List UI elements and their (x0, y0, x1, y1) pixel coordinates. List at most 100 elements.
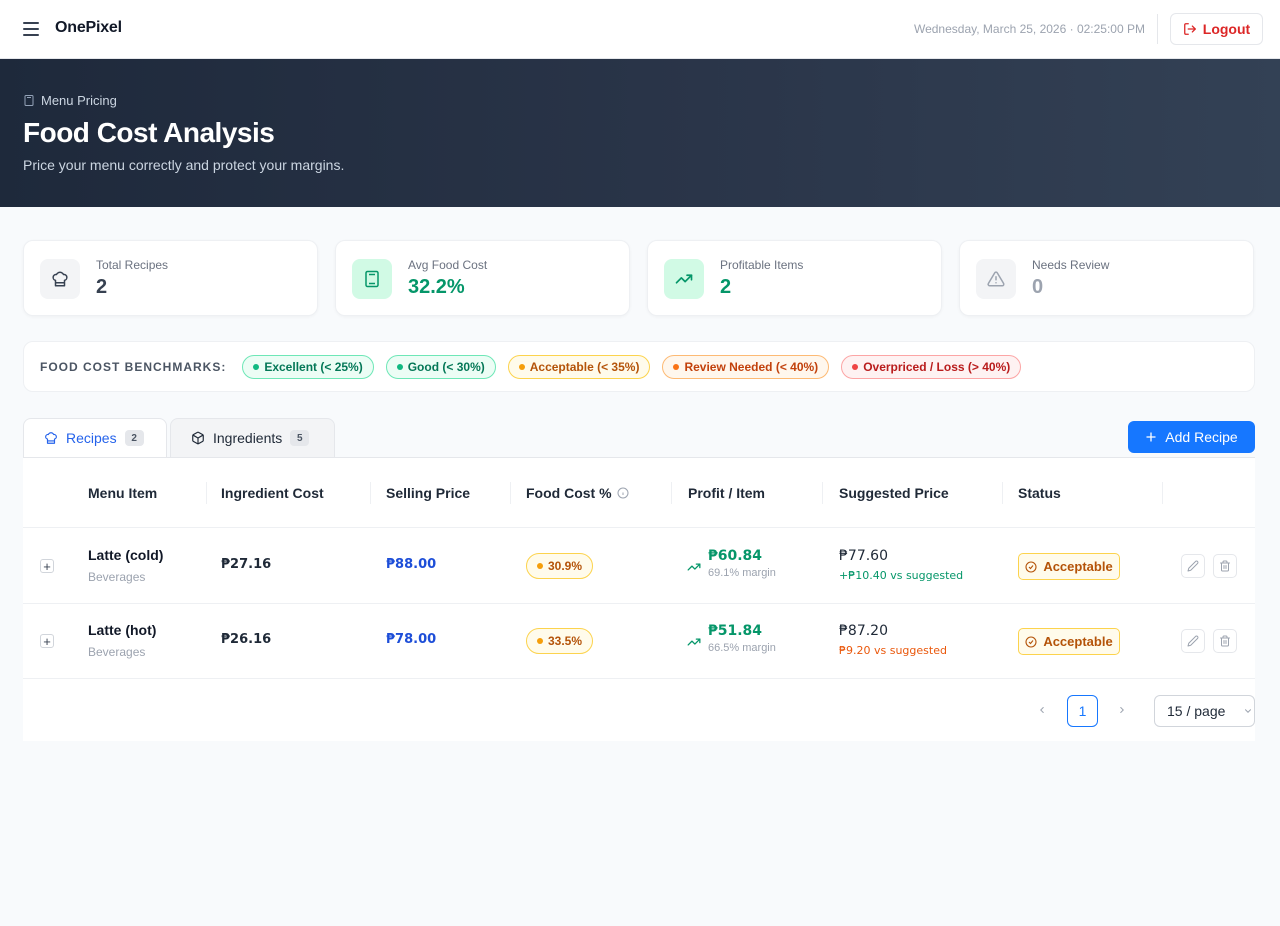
status-dot (537, 638, 543, 644)
stat-label: Avg Food Cost (408, 258, 488, 272)
trending-up-icon (687, 638, 701, 646)
column-divider (1162, 482, 1163, 504)
stat-label: Total Recipes (96, 258, 169, 272)
benchmark-label: Excellent (< 25%) (264, 359, 363, 374)
status-badge: Acceptable (1018, 628, 1120, 655)
logout-icon (1183, 23, 1196, 35)
column-divider (370, 482, 371, 504)
page-header: Menu Pricing Food Cost Analysis Price yo… (0, 59, 1280, 207)
pencil-icon (1187, 635, 1199, 647)
clock-icon (1025, 560, 1037, 573)
add-recipe-button[interactable]: Add Recipe (1128, 421, 1255, 453)
breadcrumb: Menu Pricing (23, 93, 117, 108)
prev-page-button[interactable] (1032, 694, 1052, 726)
current-datetime: Wednesday, March 25, 2026 · 02:25:00 PM (913, 22, 1145, 36)
chef-hat-icon (45, 432, 57, 444)
trash-icon (1220, 635, 1230, 647)
trending-up-icon (664, 259, 704, 299)
stat-label: Needs Review (1032, 258, 1110, 272)
chef-hat-icon (40, 259, 80, 299)
tab-label: Recipes (66, 430, 117, 446)
expand-row-button[interactable]: + (40, 634, 54, 648)
edit-button[interactable] (1181, 629, 1205, 653)
next-page-button[interactable] (1112, 694, 1132, 726)
table-row: + Latte (cold) Beverages ₱27.16 ₱88.00 3… (23, 529, 1255, 604)
benchmark-label: Overpriced / Loss (> 40%) (863, 359, 1011, 374)
stat-value: 32.2% (408, 276, 465, 298)
food-cost-benchmarks: FOOD COST BENCHMARKS: Excellent (< 25%) … (23, 341, 1255, 392)
food-cost-badge: 30.9% (526, 553, 594, 579)
menu-icon[interactable] (23, 22, 39, 36)
suggested-price: ₱87.20 (839, 623, 888, 639)
profit-value: ₱60.84 (708, 548, 763, 564)
delete-button[interactable] (1213, 554, 1237, 578)
food-cost-value: 30.9% (548, 559, 583, 573)
status-dot (537, 563, 543, 569)
plus-icon (1146, 432, 1156, 442)
page-size-value: 15 / page (1167, 703, 1226, 719)
column-header-menu-item[interactable]: Menu Item (88, 458, 157, 528)
status-label: Acceptable (1043, 634, 1113, 649)
column-header-profit[interactable]: Profit / Item (688, 458, 765, 528)
chevron-left-icon (1040, 707, 1044, 713)
status-label: Acceptable (1043, 559, 1113, 574)
benchmarks-label: FOOD COST BENCHMARKS: (40, 359, 227, 374)
status-dot (852, 363, 859, 370)
suggested-price-diff: ₱9.20 vs suggested (839, 644, 947, 657)
calculator-icon (24, 95, 34, 106)
benchmark-label: Acceptable (< 35%) (529, 359, 640, 374)
menu-item-name: Latte (cold) (88, 547, 164, 563)
page-number-button[interactable]: 1 (1067, 695, 1098, 727)
topbar-divider (1157, 14, 1158, 44)
stat-card-avg-food-cost: Avg Food Cost 32.2% (335, 240, 630, 316)
food-cost-value: 33.5% (548, 634, 583, 648)
status-dot (518, 363, 525, 370)
column-header-food-cost[interactable]: Food Cost % (526, 458, 629, 528)
trash-icon (1220, 560, 1230, 572)
expand-row-button[interactable]: + (40, 559, 54, 573)
status-dot (253, 363, 260, 370)
page-subtitle: Price your menu correctly and protect yo… (23, 157, 345, 173)
column-header-status[interactable]: Status (1018, 458, 1061, 528)
profit-margin: 66.5% margin (708, 642, 776, 654)
benchmark-label: Good (< 30%) (407, 359, 485, 374)
edit-button[interactable] (1181, 554, 1205, 578)
logout-label: Logout (1202, 21, 1251, 37)
tab-recipes[interactable]: Recipes 2 (23, 418, 167, 457)
food-cost-badge: 33.5% (526, 628, 594, 654)
benchmark-good: Good (< 30%) (385, 354, 496, 379)
pencil-icon (1187, 560, 1199, 572)
page-size-select[interactable]: 15 / page (1154, 695, 1255, 727)
menu-item-category: Beverages (88, 570, 146, 584)
chevron-right-icon (1120, 707, 1124, 713)
ingredient-cost: ₱26.16 (221, 632, 272, 647)
package-icon (192, 431, 204, 445)
stat-label: Profitable Items (720, 258, 804, 272)
stat-card-profitable-items: Profitable Items 2 (647, 240, 942, 316)
selling-price: ₱88.00 (386, 557, 437, 572)
selling-price: ₱78.00 (386, 632, 437, 647)
info-icon[interactable] (617, 487, 629, 499)
clock-icon (1025, 635, 1037, 648)
column-header-label: Food Cost % (526, 485, 612, 501)
column-header-ingredient-cost[interactable]: Ingredient Cost (221, 458, 324, 528)
profit-value: ₱51.84 (708, 623, 763, 639)
column-header-suggested-price[interactable]: Suggested Price (839, 458, 949, 528)
profit-margin: 69.1% margin (708, 567, 776, 579)
add-recipe-label: Add Recipe (1165, 429, 1238, 445)
warning-icon (976, 259, 1016, 299)
benchmark-label: Review Needed (< 40%) (684, 359, 819, 374)
column-divider (822, 482, 823, 504)
tab-count-badge: 2 (124, 430, 144, 446)
table-row: + Latte (hot) Beverages ₱26.16 ₱78.00 33… (23, 604, 1255, 679)
chevron-down-icon (1245, 709, 1252, 713)
delete-button[interactable] (1213, 629, 1237, 653)
benchmark-review-needed: Review Needed (< 40%) (662, 354, 830, 379)
column-divider (206, 482, 207, 504)
tab-ingredients[interactable]: Ingredients 5 (170, 418, 335, 457)
column-header-selling-price[interactable]: Selling Price (386, 458, 470, 528)
benchmark-acceptable: Acceptable (< 35%) (507, 354, 651, 379)
logout-button[interactable]: Logout (1170, 13, 1263, 45)
calculator-icon (352, 259, 392, 299)
suggested-price: ₱77.60 (839, 548, 888, 564)
